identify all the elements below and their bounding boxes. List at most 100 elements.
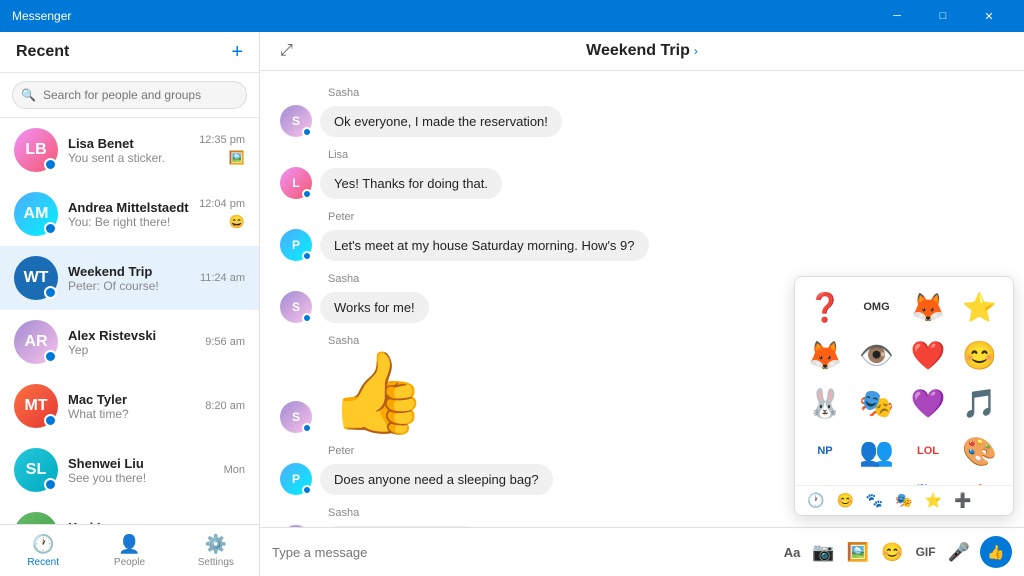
titlebar: Messenger ─ □ ✕ [0,0,1024,32]
online-badge [44,414,57,427]
chat-list: LB Lisa Benet You sent a sticker. 12:35 … [0,118,259,524]
chat-name: Kari Lee [68,520,215,525]
sticker-heart[interactable]: ❤️ [906,333,950,377]
chat-header: ⤢ Weekend Trip › [260,32,1024,71]
chat-meta: 12:04 pm 😄 [199,198,245,230]
sticker-bunny[interactable]: 🐰 [803,381,847,425]
message-bubble: Ok everyone, I made the reservation! [320,106,562,137]
search-bar: 🔍 [0,73,259,118]
sticker-fox[interactable]: 🦊 [906,285,950,329]
sticker-footer-btn-5[interactable]: ➕ [950,490,975,511]
font-size-icon[interactable]: Aa [782,543,803,562]
maximize-button[interactable]: □ [920,0,966,32]
avatar-badge [302,423,312,433]
avatar: AM [14,192,58,236]
chat-list-item-lisa[interactable]: LB Lisa Benet You sent a sticker. 12:35 … [0,118,259,182]
chat-name: Alex Ristevski [68,328,195,343]
people-icon: 👤 [118,534,140,555]
close-button[interactable]: ✕ [966,0,1012,32]
sticker-fox2[interactable]: 🦊 [803,333,847,377]
camera-icon[interactable]: 📷 [810,540,836,565]
sticker-purple[interactable]: 💜 [906,381,950,425]
sticker-tent[interactable]: 🎪 [958,477,1002,485]
app-title: Messenger [12,9,874,23]
chat-preview: You: Be right there! [68,215,189,229]
sticker-music[interactable]: 🎵 [958,381,1002,425]
chat-list-item-weekend[interactable]: WT Weekend Trip Peter: Of course! 11:24 … [0,246,259,310]
chat-list-item-kari[interactable]: KL Kari Lee That works for me Sun [0,502,259,524]
nav-label: Settings [198,557,234,568]
chat-time: 8:20 am [205,400,245,412]
mic-icon[interactable]: 🎤 [946,540,972,565]
nav-item-people[interactable]: 👤 People [86,525,172,576]
chat-info: Alex Ristevski Yep [68,328,195,357]
chat-title: Weekend Trip [586,42,690,60]
chat-time: 12:35 pm [199,134,245,146]
send-like-button[interactable]: 👍 [980,536,1012,568]
chat-time: 11:24 am [200,272,245,284]
nav-label: Recent [27,557,59,568]
message-group: Sasha S Ok everyone, I made the reservat… [280,87,1004,137]
chat-info: Kari Lee That works for me [68,520,215,525]
message-input[interactable] [272,541,774,564]
image-icon[interactable]: 🖼️ [845,540,871,565]
chat-preview: Yep [68,343,195,357]
avatar-badge [302,485,312,495]
bottom-nav: 🕐 Recent 👤 People ⚙️ Settings [0,524,259,576]
nav-item-settings[interactable]: ⚙️ Settings [173,525,259,576]
settings-icon: ⚙️ [205,534,227,555]
sticker-people[interactable]: 👥 [855,429,899,473]
main-content: Recent + 🔍 LB Lisa Benet You sent a stic… [0,32,1024,576]
sticker-bear[interactable]: 🐻 [855,477,899,485]
search-icon: 🔍 [21,88,36,102]
sticker-lol[interactable]: LOL [906,429,950,473]
sticker-eye[interactable]: 👁️ [855,333,899,377]
chat-name: Andrea Mittelstaedt [68,200,189,215]
avatar: LB [14,128,58,172]
sticker-question[interactable]: ❓ [803,285,847,329]
sticker-footer-btn-0[interactable]: 🕐 [803,490,828,511]
nav-item-recent[interactable]: 🕐 Recent [0,525,86,576]
search-wrapper: 🔍 [12,81,247,109]
sticker-omg[interactable]: OMG [855,285,899,329]
sticker-footer-btn-3[interactable]: 🎭 [891,490,916,511]
sticker-footer-btn-1[interactable]: 😊 [832,490,857,511]
sticker-message: 👍 [328,353,428,433]
sticker-star[interactable]: ⭐ [958,285,1002,329]
chat-info: Lisa Benet You sent a sticker. [68,136,189,165]
online-badge [44,222,57,235]
chat-meta: 12:35 pm 🖼️ [199,134,245,166]
chat-list-item-alex[interactable]: AR Alex Ristevski Yep 9:56 am [0,310,259,374]
minimize-button[interactable]: ─ [874,0,920,32]
chat-header-arrow[interactable]: › [694,44,698,58]
sticker-footer-btn-4[interactable]: ⭐ [921,490,946,511]
chat-info: Mac Tyler What time? [68,392,195,421]
avatar: SL [14,448,58,492]
emoji-icon[interactable]: 😊 [879,540,905,565]
message-avatar: L [280,167,312,199]
sticker-mask[interactable]: 🎭 [855,381,899,425]
chat-info: Weekend Trip Peter: Of course! [68,264,190,293]
add-conversation-button[interactable]: + [231,42,243,62]
chat-list-item-andrea[interactable]: AM Andrea Mittelstaedt You: Be right the… [0,182,259,246]
chat-list-item-shenwei[interactable]: SL Shenwei Liu See you there! Mon [0,438,259,502]
chat-list-item-mac[interactable]: MT Mac Tyler What time? 8:20 am [0,374,259,438]
sticker-smile[interactable]: 😊 [958,333,1002,377]
sender-name: Lisa [328,149,1004,161]
avatar: MT [14,384,58,428]
sticker-no[interactable]: NP [803,429,847,473]
message-bubble: Yes! Thanks for doing that. [320,168,502,199]
search-input[interactable] [12,81,247,109]
sticker-foot[interactable]: 👣 [906,477,950,485]
message-bubble: Let's meet at my house Saturday morning.… [320,230,649,261]
sticker-happy[interactable]: 😄 [803,477,847,485]
window-controls: ─ □ ✕ [874,0,1012,32]
expand-icon[interactable]: ⤢ [280,42,293,60]
online-badge [44,158,57,171]
sticker-art[interactable]: 🎨 [958,429,1002,473]
gif-icon[interactable]: GIF [914,543,938,561]
chat-emoji: 🖼️ [229,150,245,166]
sticker-footer: 🕐😊🐾🎭⭐➕ [795,485,1013,515]
sticker-footer-btn-2[interactable]: 🐾 [862,490,887,511]
chat-preview: See you there! [68,471,214,485]
